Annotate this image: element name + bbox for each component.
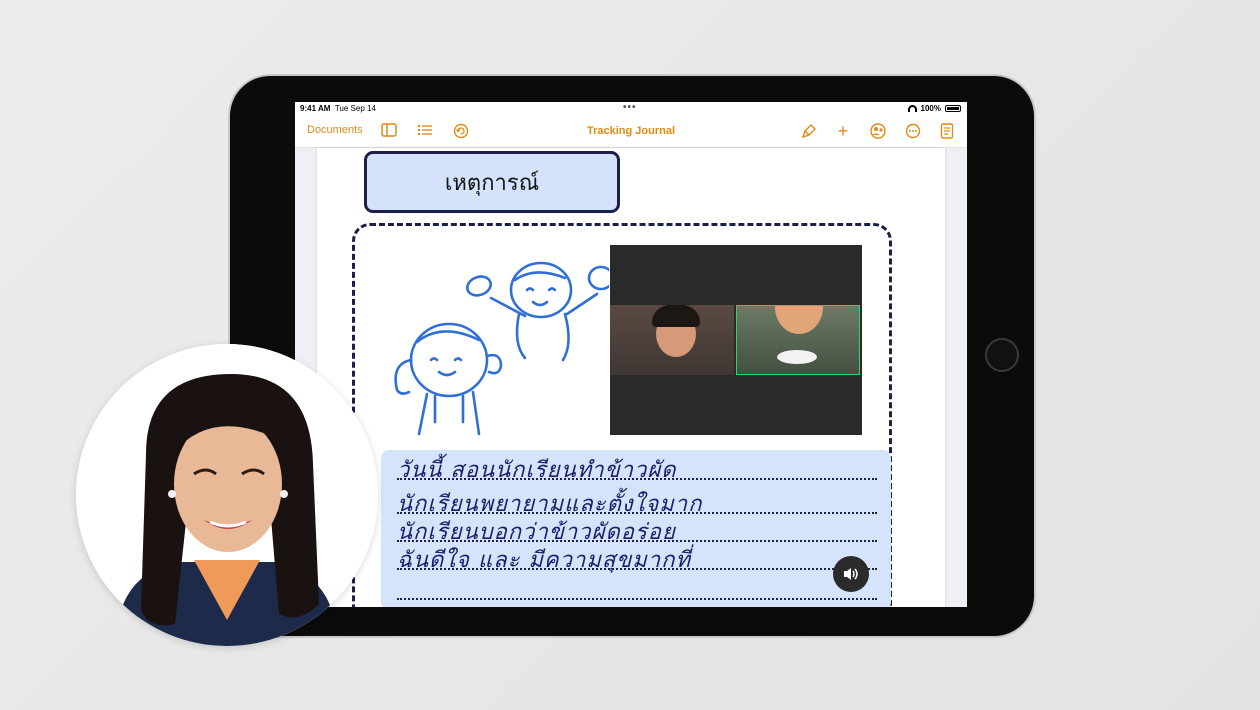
status-indicators: 100% (907, 104, 961, 113)
video-call-window[interactable] (610, 245, 862, 435)
toolbar: Documents Tracking Journal + (295, 116, 967, 148)
status-bar: 9:41 AM Tue Sep 14 ••• 100% (295, 102, 967, 116)
presenter-portrait-icon (76, 344, 378, 646)
battery-icon (945, 105, 961, 112)
multitasking-dots-icon[interactable]: ••• (623, 102, 637, 113)
add-icon[interactable]: + (835, 122, 851, 140)
handwriting-line: ฉันดีใจ และ มีความสุขมากที่ (397, 542, 877, 573)
handwriting-line: วันนี้ สอนนักเรียนทำข้าวผัด (397, 452, 877, 483)
handwriting-line: นักเรียนบอกว่าข้าวผัดอร่อย (397, 514, 877, 545)
more-icon[interactable] (905, 123, 921, 139)
handwriting-line (397, 572, 877, 600)
speaker-icon[interactable] (833, 556, 869, 592)
wifi-icon (907, 105, 917, 112)
heading-box[interactable]: เหตุการณ์ (364, 151, 620, 213)
battery-percent: 100% (920, 104, 941, 113)
handwriting-line: นักเรียนพยายามและตั้งใจมาก (397, 486, 877, 517)
document-page[interactable]: เหตุการณ์ วันนี้ สอนนักเรียนทำข้าวผัด นั… (317, 148, 945, 607)
handwriting-panel[interactable]: วันนี้ สอนนักเรียนทำข้าวผัด นักเรียนพยาย… (381, 450, 891, 607)
collaborate-icon[interactable] (869, 123, 886, 139)
format-brush-icon[interactable] (801, 123, 817, 139)
document-title: Tracking Journal (586, 125, 676, 137)
drawing-children-icon[interactable] (369, 256, 609, 446)
video-tile-student[interactable] (736, 305, 860, 375)
heading-text: เหตุการณ์ (444, 170, 540, 196)
video-tile-teacher[interactable] (610, 305, 734, 375)
home-button[interactable] (985, 338, 1019, 372)
document-setup-icon[interactable] (939, 123, 955, 139)
canvas-area[interactable]: เหตุการณ์ วันนี้ สอนนักเรียนทำข้าวผัด นั… (295, 148, 967, 607)
status-time: 9:41 AM Tue Sep 14 (300, 104, 376, 113)
presenter-avatar (76, 344, 378, 646)
ipad-screen: 9:41 AM Tue Sep 14 ••• 100% Documents Tr… (295, 102, 967, 607)
